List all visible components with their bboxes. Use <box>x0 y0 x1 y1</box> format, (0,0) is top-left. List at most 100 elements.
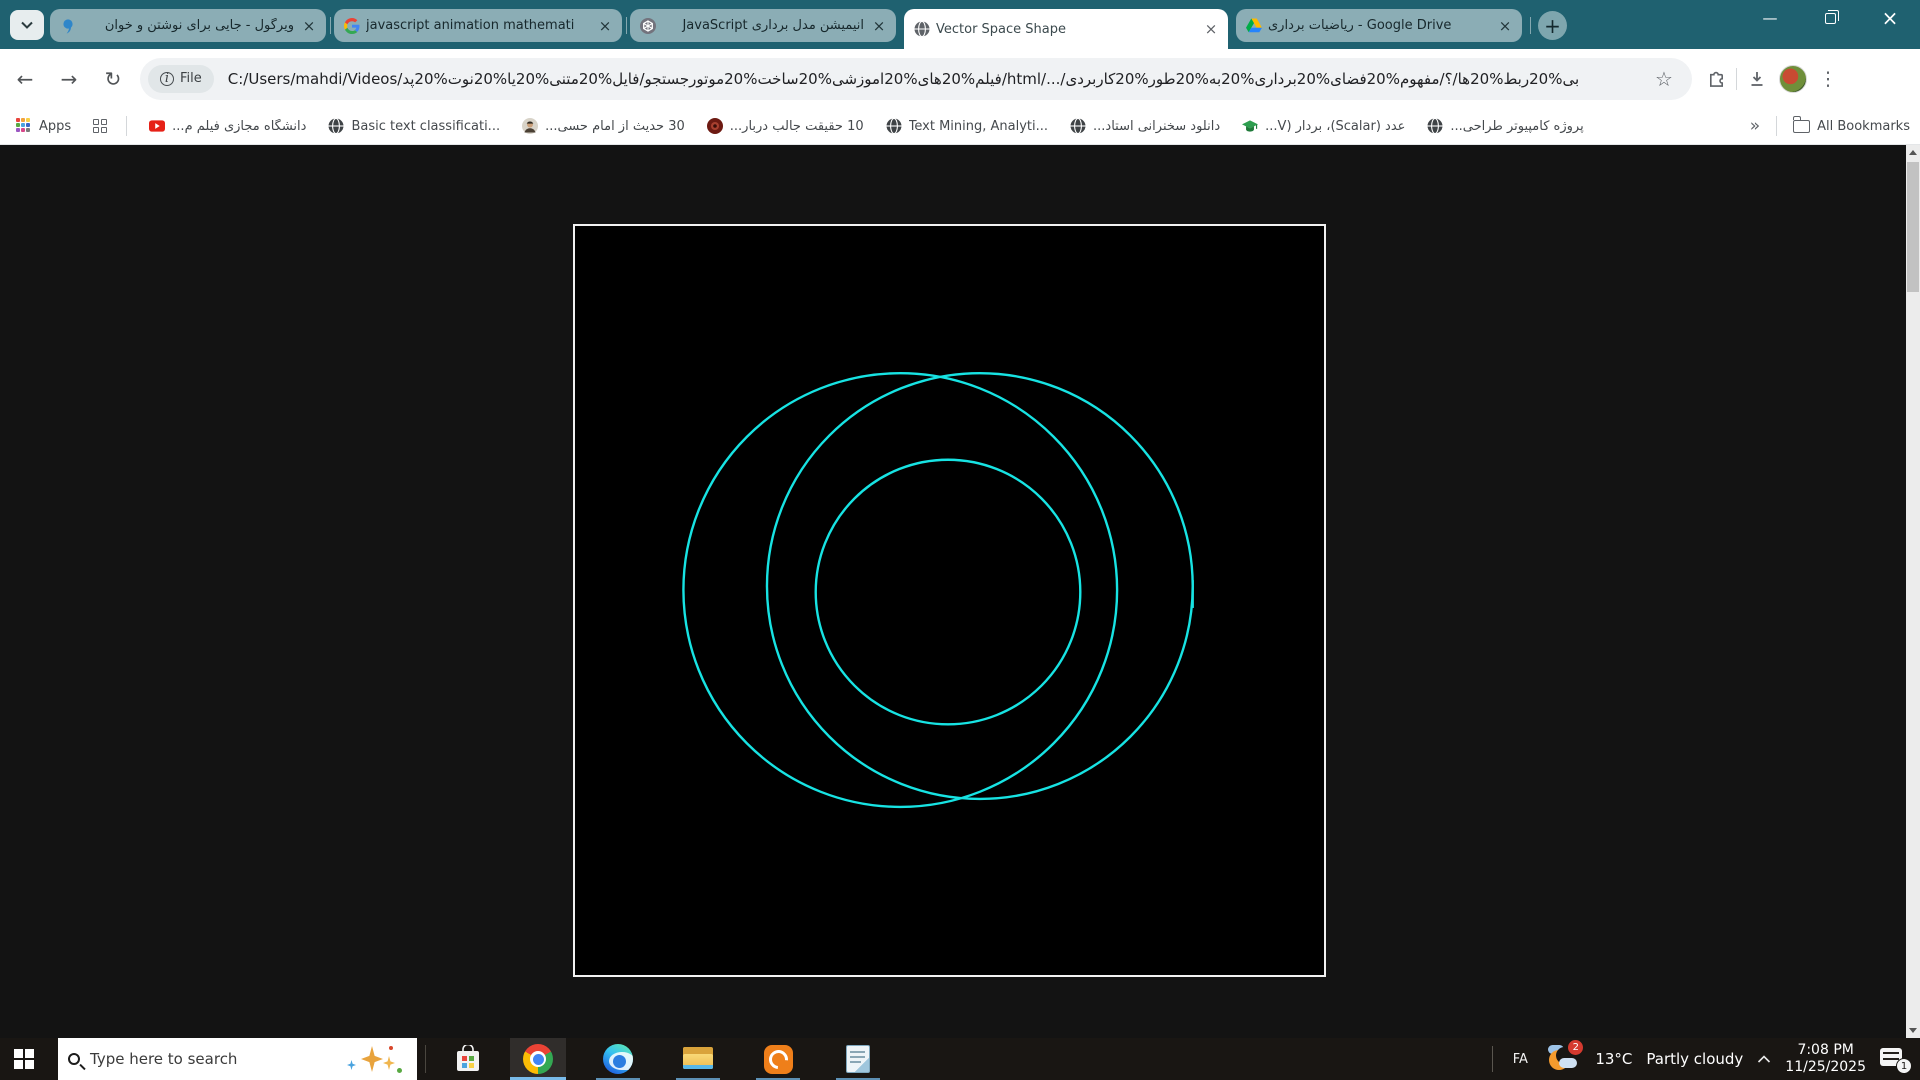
page-scrollbar[interactable] <box>1906 145 1920 1038</box>
bookmarks-right-group: » All Bookmarks <box>1750 108 1910 144</box>
page-content <box>0 145 1920 1038</box>
apps-label: Apps <box>39 119 71 134</box>
tab-close-icon[interactable]: × <box>870 17 888 35</box>
bookmarks-overflow-button[interactable]: » <box>1750 116 1760 136</box>
tab-google-search[interactable]: javascript animation mathemati × <box>334 9 622 42</box>
globe-icon <box>1070 118 1086 134</box>
forward-button[interactable]: → <box>50 60 88 98</box>
minimize-icon: — <box>1763 9 1778 27</box>
bookmark-item[interactable]: 30 حدیث از امام حسی... <box>522 118 685 134</box>
bookmark-item[interactable]: Basic text classificati... <box>328 118 500 134</box>
vector-shape-svg <box>575 226 1324 975</box>
eitaa-icon <box>764 1045 793 1074</box>
bookmark-item[interactable]: پروژه کامپیوتر طراحی... <box>1427 118 1583 134</box>
youtube-icon <box>149 118 165 134</box>
search-icon <box>68 1053 80 1065</box>
taskbar-file-explorer[interactable] <box>670 1038 726 1080</box>
notification-badge: 1 <box>1896 1058 1912 1074</box>
clock-date: 11/25/2025 <box>1785 1059 1866 1076</box>
tab-close-icon[interactable]: × <box>300 17 318 35</box>
tab-separator <box>330 17 331 34</box>
tab-close-icon[interactable]: × <box>596 17 614 35</box>
profile-avatar[interactable] <box>1779 65 1807 93</box>
tab-vector-space-shape[interactable]: Vector Space Shape × <box>904 9 1228 49</box>
reload-button[interactable]: ↻ <box>94 60 132 98</box>
windows-logo-icon <box>14 1049 34 1069</box>
scrollbar-thumb[interactable] <box>1907 162 1919 292</box>
graduation-cap-icon <box>1242 118 1258 134</box>
clock-time: 7:08 PM <box>1785 1042 1866 1059</box>
search-highlights-sparkle-icon[interactable] <box>343 1044 403 1074</box>
url-text[interactable]: C:/Users/mahdi/Videos/فیلم%20های%20اموزش… <box>228 70 1636 88</box>
minimize-button[interactable]: — <box>1740 0 1800 36</box>
toolbar-separator <box>1736 68 1737 90</box>
bookmark-item[interactable]: Text Mining, Analyti... <box>886 118 1048 134</box>
globe-icon <box>914 21 930 37</box>
bookmark-label: Text Mining, Analyti... <box>909 119 1048 134</box>
windows-taskbar: Type here to search <box>0 1038 1920 1080</box>
bookmarks-bar: Apps دانشگاه مجازی فیلم م... Basic text … <box>0 108 1920 145</box>
microsoft-store-icon <box>455 1045 481 1073</box>
bookmark-item[interactable]: دانلود سخنرانی استاد... <box>1070 118 1220 134</box>
menu-kebab-icon[interactable]: ⋮ <box>1815 68 1841 90</box>
new-tab-button[interactable]: + <box>1538 11 1567 40</box>
scrollbar-up-button[interactable] <box>1906 145 1920 160</box>
info-icon: i <box>160 72 174 86</box>
taskbar-notepad[interactable] <box>830 1038 886 1080</box>
weather-icon[interactable]: 2 <box>1547 1044 1581 1074</box>
bookmark-star-icon[interactable]: ☆ <box>1650 67 1678 91</box>
tab-title: ویرگول - جایی برای نوشتن و خوان <box>82 18 294 33</box>
taskbar-microsoft-store[interactable] <box>440 1038 496 1080</box>
google-icon <box>344 18 360 34</box>
search-placeholder: Type here to search <box>90 1050 237 1068</box>
chevron-down-icon <box>21 21 33 29</box>
tray-chevron-up-icon[interactable] <box>1757 1055 1771 1064</box>
triangle-up-icon <box>1909 150 1917 155</box>
bookmark-label: دانشگاه مجازی فیلم م... <box>172 119 306 134</box>
notepad-icon <box>846 1045 870 1073</box>
taskbar-edge[interactable] <box>590 1038 646 1080</box>
close-button[interactable]: × <box>1860 0 1920 36</box>
bookmark-item[interactable]: دانشگاه مجازی فیلم م... <box>149 118 306 134</box>
maximize-button[interactable] <box>1800 0 1860 36</box>
language-indicator[interactable]: FA <box>1507 1052 1533 1067</box>
action-center-button[interactable]: 1 <box>1880 1046 1910 1072</box>
restore-icon <box>1825 13 1836 24</box>
bookmark-item[interactable]: 10 حقیقت جالب دربار... <box>707 118 864 134</box>
weather-condition[interactable]: Partly cloudy <box>1646 1050 1743 1068</box>
taskbar-chrome[interactable] <box>510 1038 566 1080</box>
portrait-icon <box>522 118 538 134</box>
extensions-icon[interactable] <box>1702 69 1730 88</box>
tab-close-icon[interactable]: × <box>1202 20 1220 38</box>
tab-virgool[interactable]: ویرگول - جایی برای نوشتن و خوان × <box>50 9 326 42</box>
tab-google-drive[interactable]: ریاضیات برداری - Google Drive × <box>1236 9 1522 42</box>
all-bookmarks-button[interactable]: All Bookmarks <box>1793 119 1910 134</box>
apps-shortcut[interactable]: Apps <box>16 118 71 134</box>
site-info-chip[interactable]: i File <box>148 65 214 93</box>
tab-chatgpt[interactable]: انیمیشن مدل برداری JavaScript × <box>630 9 896 42</box>
back-button[interactable]: ← <box>6 60 44 98</box>
start-button[interactable] <box>0 1038 48 1080</box>
downloads-icon[interactable] <box>1743 70 1771 88</box>
apps-grid-icon <box>16 118 32 134</box>
weather-temperature[interactable]: 13°C <box>1595 1050 1632 1068</box>
bookmark-label: دانلود سخنرانی استاد... <box>1093 119 1220 134</box>
tab-search-button[interactable] <box>10 10 44 40</box>
edge-icon <box>603 1044 633 1074</box>
all-bookmarks-label: All Bookmarks <box>1817 119 1910 134</box>
reading-list-grid-button[interactable] <box>93 119 108 134</box>
tab-title: ریاضیات برداری - Google Drive <box>1268 18 1490 33</box>
shape-canvas[interactable] <box>573 224 1326 977</box>
tab-title: انیمیشن مدل برداری JavaScript <box>662 18 864 33</box>
taskbar-clock[interactable]: 7:08 PM 11/25/2025 <box>1785 1042 1866 1076</box>
scrollbar-down-button[interactable] <box>1906 1023 1920 1038</box>
tab-close-icon[interactable]: × <box>1496 17 1514 35</box>
bookmark-label: 10 حقیقت جالب دربار... <box>730 119 864 134</box>
bookmark-item[interactable]: عدد (Scalar)، بردار (V... <box>1242 118 1405 134</box>
taskbar-search-box[interactable]: Type here to search <box>58 1038 417 1080</box>
taskbar-eitaa[interactable] <box>750 1038 806 1080</box>
bookmark-label: پروژه کامپیوتر طراحی... <box>1450 119 1583 134</box>
openai-icon <box>640 18 656 34</box>
address-bar[interactable]: i File C:/Users/mahdi/Videos/فیلم%20های%… <box>140 58 1692 100</box>
grid-icon <box>93 119 108 134</box>
